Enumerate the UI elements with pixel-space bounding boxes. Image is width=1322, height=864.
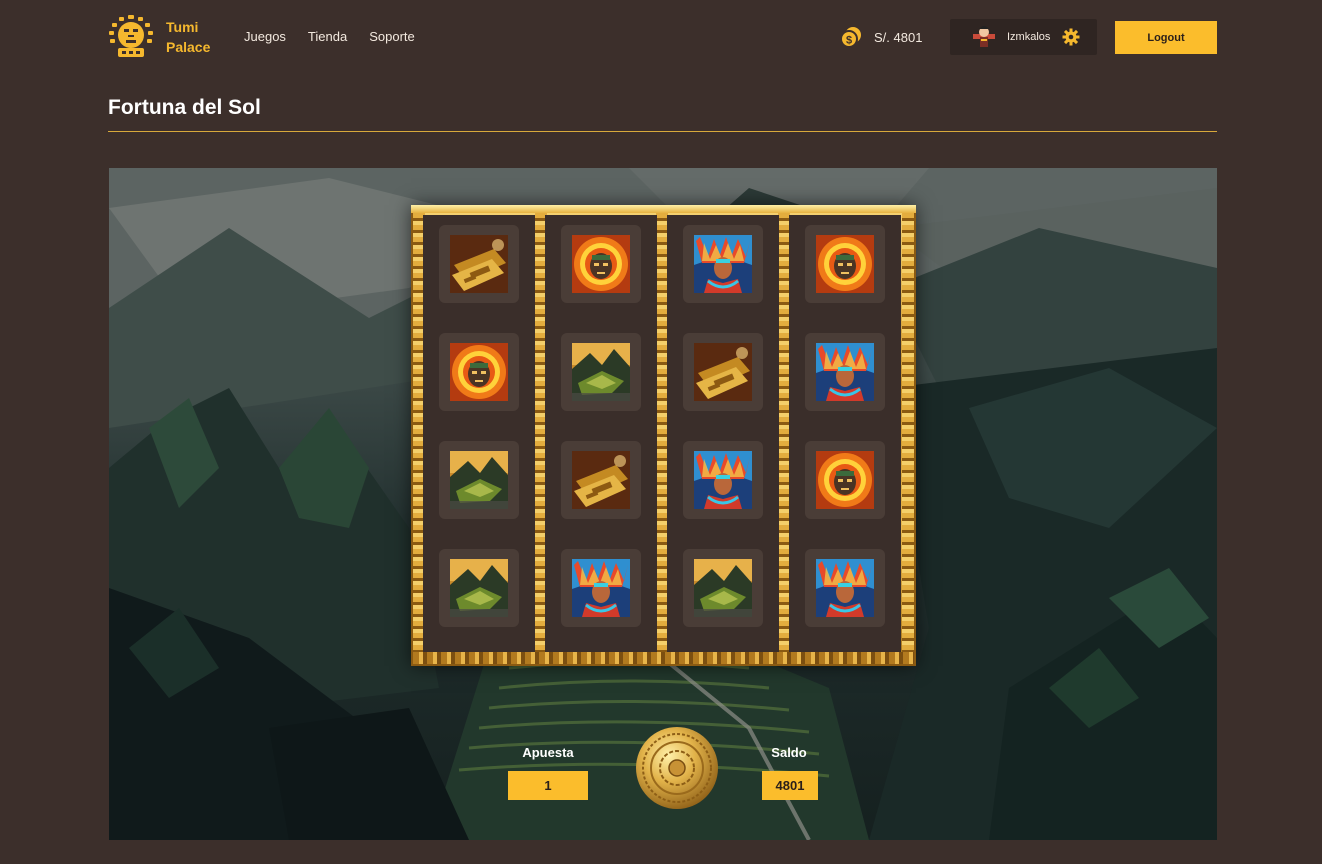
inca-warrior-icon xyxy=(816,559,874,617)
top-header: Tumi Palace Juegos Tienda Soporte $ S/. … xyxy=(0,0,1322,74)
balance-value: 4801 xyxy=(762,771,818,800)
reel-3 xyxy=(667,215,779,652)
reel-divider xyxy=(902,213,914,655)
inca-warrior-icon xyxy=(572,559,630,617)
reel-1 xyxy=(423,215,535,652)
slot-cell xyxy=(433,539,525,647)
nav-link-soporte[interactable]: Soporte xyxy=(369,29,415,44)
slot-cell xyxy=(555,431,647,539)
logout-button[interactable]: Logout xyxy=(1115,21,1217,54)
slot-cell xyxy=(677,215,769,323)
machu-picchu-icon xyxy=(694,559,752,617)
svg-text:$: $ xyxy=(846,35,852,47)
gold-tablet-icon xyxy=(572,451,630,509)
nav-link-juegos[interactable]: Juegos xyxy=(244,29,286,44)
brand-name: Tumi Palace xyxy=(166,17,214,57)
tumi-logo-icon xyxy=(109,15,153,57)
title-divider xyxy=(108,131,1217,132)
bet-label: Apuesta xyxy=(522,745,574,760)
page-title: Fortuna del Sol xyxy=(108,96,261,119)
gold-tablet-icon xyxy=(450,235,508,293)
reel-2 xyxy=(545,215,657,652)
machine-bottom-trim xyxy=(413,652,914,664)
main-nav: Juegos Tienda Soporte xyxy=(244,29,415,44)
slot-cell xyxy=(799,215,891,323)
slot-cell xyxy=(799,539,891,647)
sun-mask-icon xyxy=(816,451,874,509)
gold-tablet-icon xyxy=(694,343,752,401)
wallet-balance: $ S/. 4801 xyxy=(840,26,922,48)
inca-warrior-icon xyxy=(694,235,752,293)
game-stage: Apuesta 1 Saldo 4801 xyxy=(109,168,1217,840)
avatar xyxy=(973,26,995,47)
username: Izmkalos xyxy=(1007,31,1051,43)
brand-name-line1: Tumi xyxy=(166,19,199,35)
inca-warrior-icon xyxy=(694,451,752,509)
slot-cell xyxy=(555,539,647,647)
slot-cell xyxy=(677,431,769,539)
slot-machine xyxy=(411,205,916,666)
brand-name-line2: Palace xyxy=(166,39,211,55)
balance-label: Saldo xyxy=(771,745,807,760)
gear-icon[interactable] xyxy=(1062,28,1080,46)
bet-input[interactable]: 1 xyxy=(508,771,588,800)
slot-cell xyxy=(433,323,525,431)
coins-icon: $ xyxy=(840,27,861,48)
slot-cell xyxy=(555,323,647,431)
nav-link-tienda[interactable]: Tienda xyxy=(308,29,347,44)
slot-cell xyxy=(433,215,525,323)
sun-mask-icon xyxy=(450,343,508,401)
brand-logo[interactable]: Tumi Palace xyxy=(108,15,214,59)
slot-cell xyxy=(799,431,891,539)
slot-cell xyxy=(677,323,769,431)
reel-4 xyxy=(789,215,901,652)
slot-cell xyxy=(677,539,769,647)
user-menu[interactable]: Izmkalos xyxy=(950,19,1097,55)
spin-button[interactable] xyxy=(635,726,719,810)
inca-warrior-icon xyxy=(816,343,874,401)
slot-cell xyxy=(433,431,525,539)
sun-mask-icon xyxy=(816,235,874,293)
machine-top-trim xyxy=(411,205,916,213)
slot-cell xyxy=(799,323,891,431)
machu-picchu-icon xyxy=(450,451,508,509)
machu-picchu-icon xyxy=(450,559,508,617)
wallet-balance-text: S/. 4801 xyxy=(874,29,923,45)
machu-picchu-icon xyxy=(572,343,630,401)
sun-mask-icon xyxy=(572,235,630,293)
slot-cell xyxy=(555,215,647,323)
